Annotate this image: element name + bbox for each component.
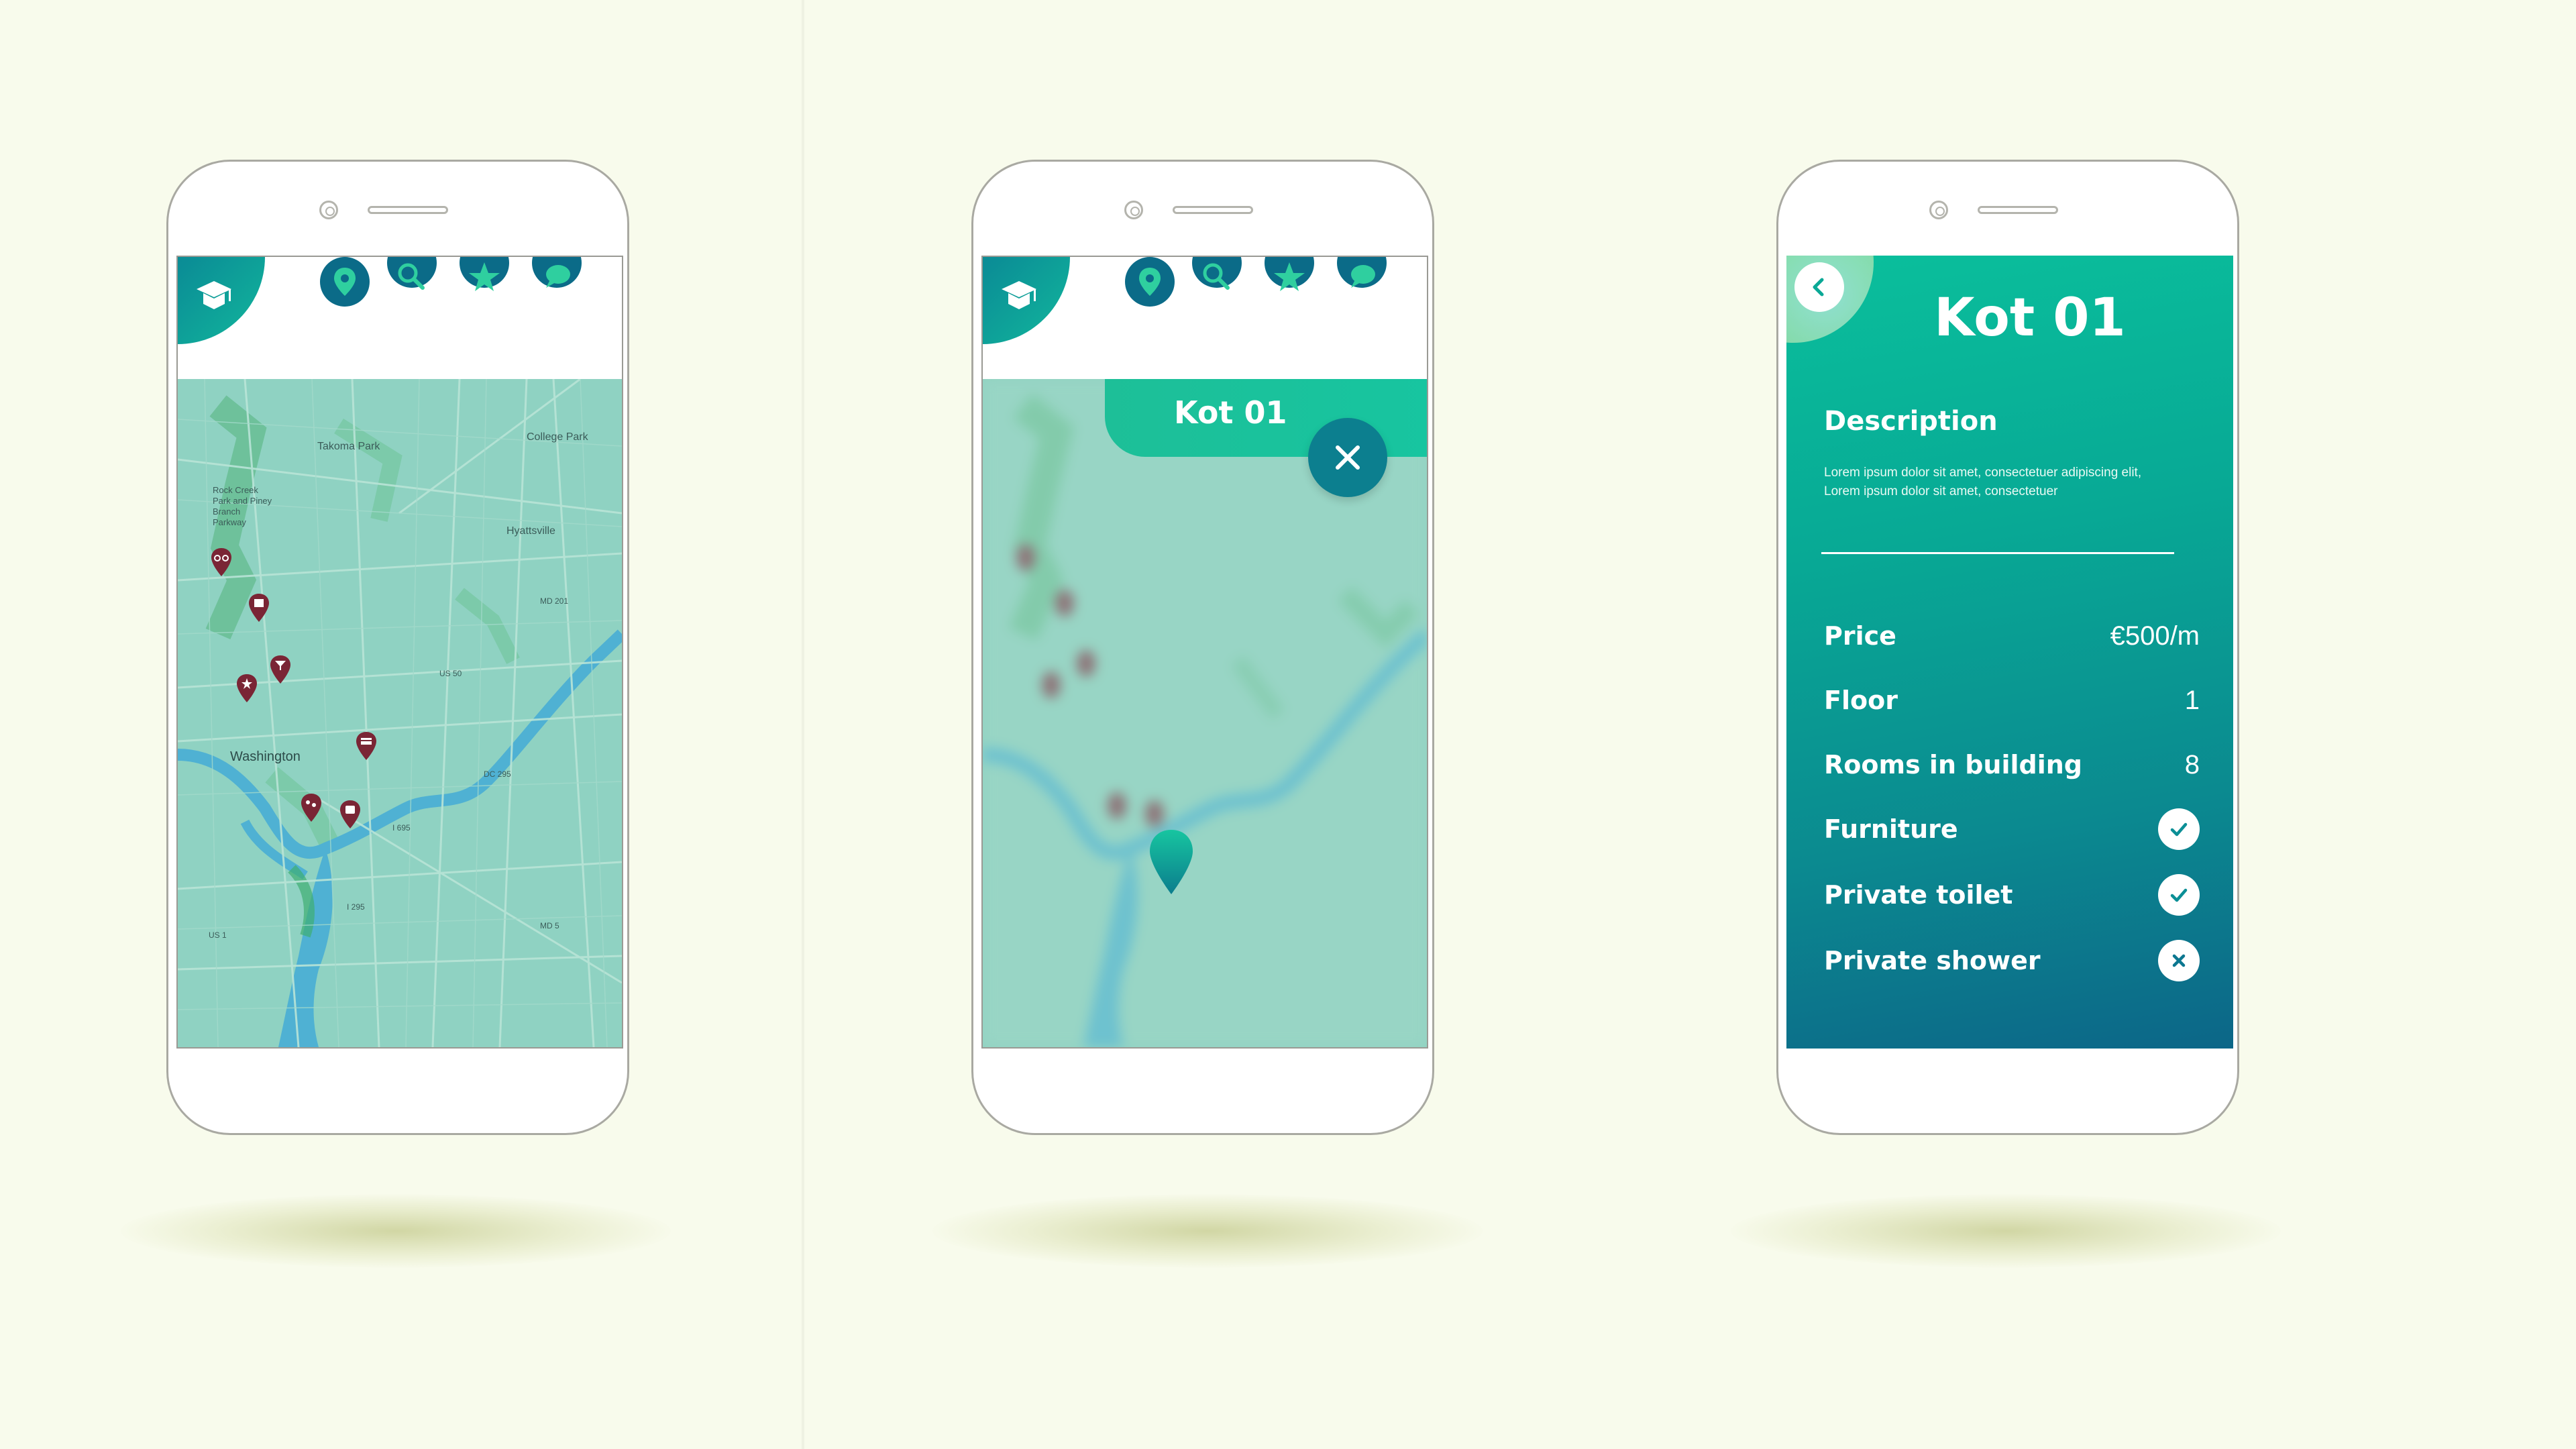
nav-map-button[interactable] [320,257,370,307]
private-toilet-row: Private toilet [1824,871,2200,918]
floor-row: Floor 1 [1824,677,2200,724]
nav-search-button[interactable] [1192,257,1242,290]
phone-camera [1929,201,1948,219]
map-pin-icon [1139,268,1161,296]
description-heading: Description [1824,406,1998,437]
price-value: €500/m [2110,621,2200,651]
close-popup-button[interactable] [1308,418,1387,497]
screen-map: Takoma Park College Park Rock Creek Park… [176,256,623,1049]
map-label-i695: I 695 [392,823,411,833]
phone-map-view: Takoma Park College Park Rock Creek Park… [166,160,629,1135]
map-background [178,379,622,1047]
cross-icon [2158,940,2200,981]
nav-chat-button[interactable] [532,257,582,288]
bus-pin[interactable] [339,799,362,830]
star-icon [1274,262,1305,291]
popup-title: Kot 01 [1174,394,1287,431]
phone-speaker [368,206,448,214]
description-text: Lorem ipsum dolor sit amet, consectetuer… [1824,466,2142,498]
nav-favorites-button[interactable] [1265,257,1314,291]
cocktail-pin[interactable] [269,654,292,685]
map-label-college: College Park [527,431,588,443]
map-pin-icon [334,268,356,296]
screen-popup: Kot 01 [981,256,1428,1049]
search-icon [1203,263,1230,290]
rooms-row: Rooms in building 8 [1824,741,2200,788]
listing-detail: Kot 01 Description Lorem ipsum dolor sit… [1786,256,2233,1049]
map-label-takoma: Takoma Park [317,441,380,452]
selected-location-pin[interactable] [1147,828,1195,896]
graduation-cap-icon [1002,281,1036,309]
star-icon [469,262,500,291]
map-label-rock-creek: Rock Creek Park and Piney Branch Parkway [213,485,272,527]
city-map[interactable]: Takoma Park College Park Rock Creek Park… [178,379,622,1047]
private-shower-row: Private shower [1824,937,2200,984]
floor-value: 1 [2184,685,2200,715]
phone-shadow [1731,1194,2281,1268]
search-icon [398,263,425,290]
phone-popup-view: Kot 01 [971,160,1434,1135]
map-label-dc295: DC 295 [484,769,511,779]
app-logo[interactable] [178,257,265,344]
price-row: Price €500/m [1824,612,2200,659]
private-toilet-label: Private toilet [1824,880,2013,910]
rooms-value: 8 [2184,749,2200,780]
price-label: Price [1824,621,1896,651]
gamepad-pin[interactable] [300,792,323,823]
nav-search-button[interactable] [387,257,437,290]
map-label-md201: MD 201 [540,596,569,606]
top-navigation [178,257,622,379]
private-shower-label: Private shower [1824,946,2041,975]
chat-icon [546,265,570,288]
graduation-cap-icon [197,281,231,309]
map-label-washington: Washington [230,749,301,764]
nav-map-button[interactable] [1125,257,1175,307]
furniture-label: Furniture [1824,814,1958,844]
phone-camera [319,201,338,219]
furniture-row: Furniture [1824,806,2200,853]
phone-shadow [932,1194,1483,1268]
map-label-i295: I 295 [347,902,365,912]
top-navigation [983,257,1427,379]
map-label-us50: US 50 [439,669,462,678]
phone-speaker [1978,206,2058,214]
close-icon [1336,445,1360,470]
phone-shadow [121,1194,671,1268]
check-icon [2158,808,2200,850]
building-pin[interactable] [248,592,270,623]
panel-divider [802,0,804,1449]
phone-camera [1124,201,1143,219]
check-icon [2158,874,2200,916]
phone-speaker [1173,206,1253,214]
shop-pin[interactable] [355,731,378,761]
screen-detail: Kot 01 Description Lorem ipsum dolor sit… [1786,256,2233,1049]
divider-line [1821,552,2174,554]
star-pin[interactable] [235,673,258,704]
map-label-hyattsville: Hyattsville [506,525,555,537]
listing-title: Kot 01 [1934,288,2126,348]
map-label-us1: US 1 [209,930,227,940]
rooms-label: Rooms in building [1824,750,2083,780]
nav-chat-button[interactable] [1337,257,1387,288]
bike-pin[interactable] [210,547,233,578]
phone-detail-view: Kot 01 Description Lorem ipsum dolor sit… [1776,160,2239,1135]
app-logo[interactable] [983,257,1070,344]
map-label-md5: MD 5 [540,921,559,930]
chat-icon [1351,265,1375,288]
nav-favorites-button[interactable] [460,257,509,291]
floor-label: Floor [1824,686,1898,715]
